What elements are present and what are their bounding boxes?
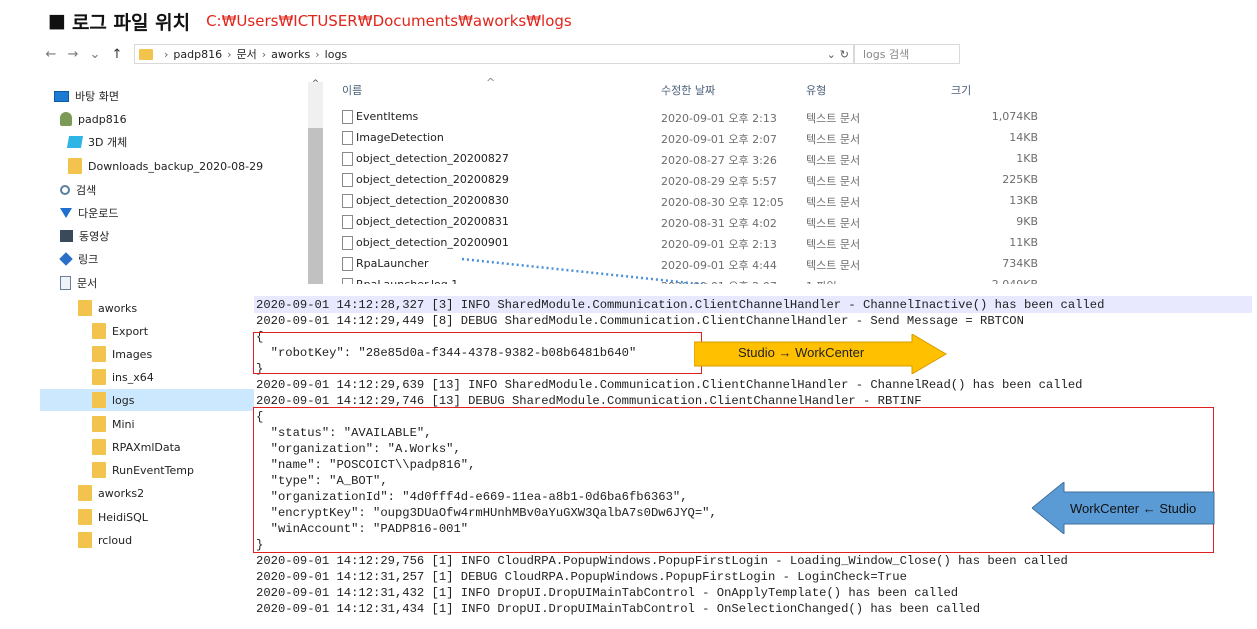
log-line: 2020-09-01 14:12:31,257 [1] DEBUG CloudR… bbox=[256, 570, 907, 584]
log-line: 2020-09-01 14:12:29,756 [1] INFO CloudRP… bbox=[256, 554, 1068, 568]
log-line: 2020-09-01 14:12:29,449 [8] DEBUG Shared… bbox=[256, 314, 1024, 328]
left-arrow-label: WorkCenter ← Studio bbox=[1070, 501, 1197, 516]
log-line: 2020-09-01 14:12:29,639 [13] INFO Shared… bbox=[256, 378, 1083, 392]
log-line: 2020-09-01 14:12:31,432 [1] INFO DropUI.… bbox=[256, 586, 959, 600]
robotkey-red-box bbox=[253, 332, 702, 374]
log-line: 2020-09-01 14:12:28,327 [3] INFO SharedM… bbox=[256, 298, 1105, 312]
right-arrow-label: Studio → WorkCenter bbox=[738, 345, 865, 360]
log-line: 2020-09-01 14:12:31,434 [1] INFO DropUI.… bbox=[256, 602, 981, 616]
